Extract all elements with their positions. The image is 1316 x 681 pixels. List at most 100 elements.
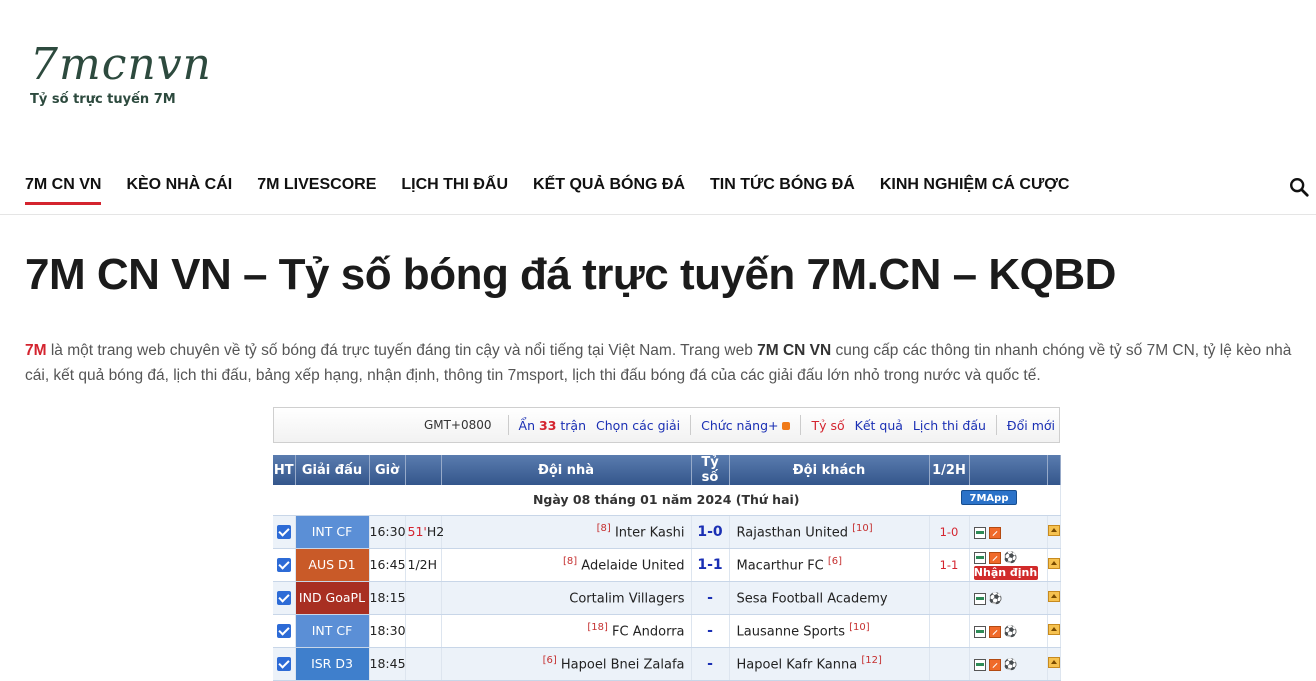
results-tab[interactable]: Kết quả	[855, 418, 903, 433]
league-cell[interactable]: IND GoaPL	[295, 581, 370, 615]
odds-icon[interactable]	[988, 552, 1001, 564]
column-header: Tỷ số	[691, 455, 730, 485]
match-tools: ⚽	[969, 614, 1048, 648]
away-team: Rajasthan United	[736, 525, 848, 541]
match-row: INT CF 16:30 51'H2 [8] Inter Kashi 1-0 Rajast…	[273, 515, 1061, 549]
column-header	[969, 455, 1048, 485]
home-team-cell[interactable]: Cortalim Villagers	[441, 581, 692, 615]
functions-label: Chức năng+	[701, 417, 779, 433]
soccer-ball-icon[interactable]: ⚽	[1004, 658, 1018, 671]
schedule-tab[interactable]: Lịch thi đấu	[913, 418, 986, 433]
app-badge[interactable]: 7MApp	[961, 490, 1017, 505]
pin-top-icon[interactable]	[1047, 624, 1060, 635]
date-row: Ngày 08 tháng 01 năm 2024 (Thứ hai) 7MAp…	[273, 485, 1061, 516]
match-checkbox[interactable]	[276, 657, 291, 672]
nav-item[interactable]: 7M LIVESCORE	[257, 170, 376, 205]
main-nav: 7M CN VN KÈO NHÀ CÁI 7M LIVESCORE LỊCH THI …	[25, 170, 1069, 205]
kickoff-time: 16:30	[369, 515, 406, 549]
hide-matches-link[interactable]: Ẩn 33 trận	[519, 418, 586, 433]
league-cell[interactable]: ISR D3	[295, 647, 370, 681]
timezone-label[interactable]: GMT+0800	[424, 418, 492, 432]
match-score[interactable]: 1-0	[691, 515, 730, 549]
away-team-cell[interactable]: Sesa Football Academy	[729, 581, 930, 615]
toolbar-separator	[800, 415, 802, 435]
soccer-ball-icon[interactable]: ⚽	[989, 592, 1003, 605]
home-team-cell[interactable]: [8] Inter Kashi	[441, 515, 692, 549]
match-minute: 51'	[407, 524, 427, 539]
match-status	[405, 614, 442, 648]
intro-text-1: là một trang web chuyên về tỷ số bóng đá…	[46, 342, 758, 359]
stats-icon[interactable]	[973, 658, 986, 671]
pin-cell	[1047, 614, 1061, 648]
league-cell[interactable]: INT CF	[295, 515, 370, 549]
toolbar-separator	[995, 415, 997, 435]
away-team-cell[interactable]: Hapoel Kafr Kanna [12]	[729, 647, 930, 681]
column-header: Giải đấu	[295, 455, 370, 485]
header-divider	[0, 214, 1316, 215]
date-label: Ngày 08 tháng 01 năm 2024 (Thứ hai)	[532, 492, 800, 508]
nav-item[interactable]: TIN TỨC BÓNG ĐÁ	[710, 170, 855, 205]
pin-top-icon[interactable]	[1047, 657, 1060, 668]
toolbar-separator	[507, 415, 509, 435]
match-period: 1/2H	[407, 557, 438, 572]
choose-league-link[interactable]: Chọn các giải	[596, 418, 680, 433]
intro-brand-link[interactable]: 7M	[25, 342, 47, 359]
home-team: FC Andorra	[612, 624, 685, 640]
match-status	[405, 581, 442, 615]
match-score[interactable]: -	[691, 581, 730, 615]
nav-item[interactable]: KÈO NHÀ CÁI	[126, 170, 232, 205]
away-team: Sesa Football Academy	[736, 591, 888, 607]
home-team-cell[interactable]: [6] Hapoel Bnei Zalafa	[441, 647, 692, 681]
home-team: Cortalim Villagers	[569, 591, 685, 607]
stats-icon[interactable]	[973, 592, 986, 605]
pin-top-icon[interactable]	[1047, 525, 1060, 536]
stats-icon[interactable]	[973, 526, 986, 539]
match-score[interactable]: -	[691, 614, 730, 648]
search-icon[interactable]	[1288, 176, 1310, 198]
pin-top-icon[interactable]	[1047, 558, 1060, 569]
column-header: 1/2H	[929, 455, 970, 485]
kickoff-time: 18:45	[369, 647, 406, 681]
match-row: ISR D3 18:45 [6] Hapoel Bnei Zalafa - Hapoel…	[273, 647, 1061, 681]
match-checkbox[interactable]	[276, 558, 291, 573]
match-checkbox[interactable]	[276, 624, 291, 639]
refresh-link[interactable]: Đổi mới	[1007, 418, 1055, 433]
halftime-score: 1-0	[929, 515, 970, 549]
match-checkbox[interactable]	[276, 525, 291, 540]
match-status	[405, 647, 442, 681]
league-cell[interactable]: INT CF	[295, 614, 370, 648]
away-team-cell[interactable]: Rajasthan United [10]	[729, 515, 930, 549]
pin-cell	[1047, 548, 1061, 582]
match-checkbox[interactable]	[276, 591, 291, 606]
odds-icon[interactable]	[988, 526, 1001, 539]
away-team-cell[interactable]: Lausanne Sports [10]	[729, 614, 930, 648]
prediction-button[interactable]: Nhận định	[973, 565, 1038, 580]
home-rank: [18]	[587, 621, 608, 633]
match-score[interactable]: -	[691, 647, 730, 681]
kickoff-time: 18:30	[369, 614, 406, 648]
functions-menu[interactable]: Chức năng+	[701, 417, 791, 433]
odds-icon[interactable]	[988, 658, 1001, 671]
select-cell	[273, 548, 296, 582]
pin-top-icon[interactable]	[1047, 591, 1060, 602]
league-cell[interactable]: AUS D1	[295, 548, 370, 582]
livescore-table: HT Giải đấu Giờ Đội nhà Tỷ số Đội khách 1/2H N…	[273, 455, 1061, 681]
column-header: HT	[273, 455, 296, 485]
score-tab[interactable]: Tỷ số	[811, 418, 844, 433]
soccer-ball-icon[interactable]: ⚽	[1004, 625, 1018, 638]
stats-icon[interactable]	[973, 625, 986, 638]
toolbar-separator	[690, 415, 692, 435]
stats-icon[interactable]	[973, 552, 986, 564]
nav-item[interactable]: LỊCH THI ĐẤU	[401, 170, 508, 205]
site-logo[interactable]: 7mcnvn Tỷ số trực tuyến 7M	[30, 40, 212, 108]
nav-item[interactable]: 7M CN VN	[25, 170, 102, 205]
nav-item[interactable]: KẾT QUẢ BÓNG ĐÁ	[533, 170, 685, 205]
home-team-cell[interactable]: [18] FC Andorra	[441, 614, 692, 648]
halftime-score	[929, 647, 970, 681]
away-team-cell[interactable]: Macarthur FC [6]	[729, 548, 930, 582]
odds-icon[interactable]	[988, 625, 1001, 638]
match-score[interactable]: 1-1	[691, 548, 730, 582]
nav-item[interactable]: KINH NGHIỆM CÁ CƯỢC	[880, 170, 1070, 205]
home-team-cell[interactable]: [8] Adelaide United	[441, 548, 692, 582]
soccer-ball-icon[interactable]: ⚽	[1004, 552, 1018, 564]
